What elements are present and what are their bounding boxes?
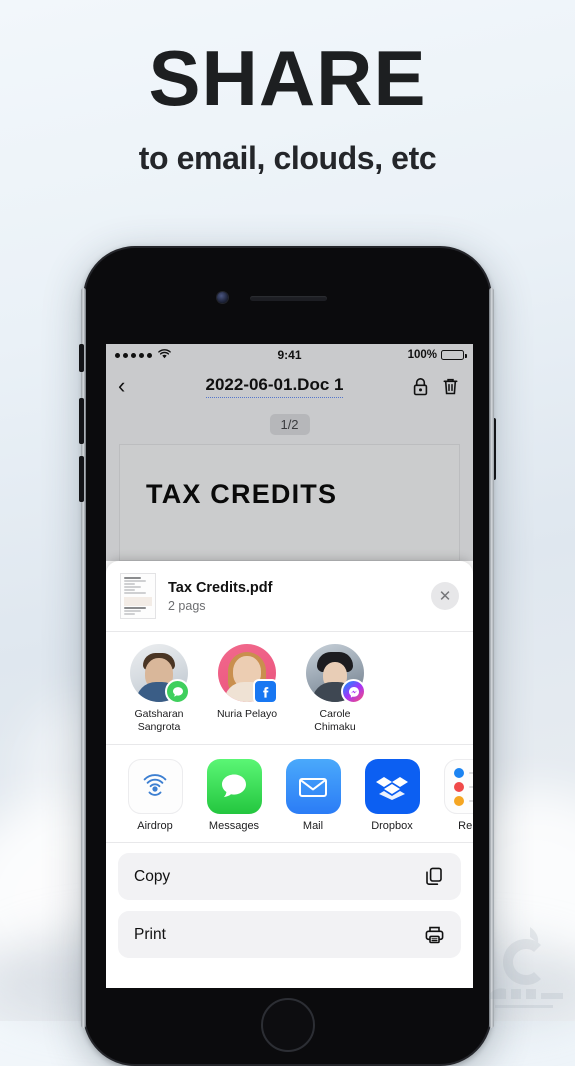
share-app-label: Dropbox — [371, 820, 413, 833]
suggested-contacts-row: Gatsharan Sangrota Nuria Pelayo Carole C… — [106, 632, 473, 746]
dropbox-icon — [364, 759, 420, 815]
share-app-messages[interactable]: Messages — [205, 759, 263, 832]
watermark-logo — [489, 927, 563, 1008]
earpiece-speaker — [250, 296, 327, 301]
page-indicator-badge: 1/2 — [269, 414, 310, 435]
share-action-label: Copy — [134, 867, 171, 885]
chevron-left-icon[interactable]: ‹ — [118, 375, 140, 397]
trash-icon[interactable] — [439, 374, 461, 398]
reminders-icon — [443, 759, 473, 815]
share-app-label: Remi — [458, 820, 473, 833]
contact-name: Gatsharan Sangrota — [134, 708, 184, 734]
document-heading: TAX CREDITS — [146, 479, 338, 509]
contact-name: Nuria Pelayo — [216, 708, 278, 720]
share-action-print[interactable]: Print — [118, 911, 461, 959]
document-navigation-bar: ‹ 2022-06-01.Doc 1 — [106, 366, 473, 406]
status-bar-battery: 100% — [302, 349, 467, 361]
power-button[interactable] — [491, 418, 496, 480]
share-app-mail[interactable]: Mail — [284, 759, 342, 832]
share-app-airdrop[interactable]: Airdrop — [126, 759, 184, 832]
contact-name: Carole Chimaku — [314, 708, 356, 734]
share-actions-list: Copy Print — [106, 843, 473, 959]
contact-suggestion[interactable]: Nuria Pelayo — [214, 644, 280, 734]
signal-dots-icon — [115, 348, 277, 362]
close-icon[interactable]: ✕ — [431, 582, 459, 610]
mail-icon — [285, 759, 341, 815]
document-preview-area: 1/2 TAX CREDITS — [106, 406, 473, 561]
mute-switch-button[interactable] — [79, 344, 84, 372]
share-action-label: Print — [134, 925, 166, 943]
shared-file-name: Tax Credits.pdf — [168, 579, 273, 596]
share-app-label: Mail — [302, 820, 324, 833]
page-subtitle: to email, clouds, etc — [138, 139, 437, 176]
document-title-wrap: 2022-06-01.Doc 1 — [148, 375, 401, 398]
share-app-reminders[interactable]: Remi — [442, 759, 473, 832]
status-bar: 9:41 100% — [106, 344, 473, 366]
avatar — [218, 644, 278, 704]
volume-up-button[interactable] — [79, 398, 84, 444]
battery-full-icon — [441, 350, 467, 360]
shared-file-info: Tax Credits.pdf 2 pags — [168, 579, 419, 614]
share-app-label: Airdrop — [137, 820, 173, 833]
phone-device-frame: 9:41 100% ‹ 2022-06-01.Doc 1 1/2 TAX CRE… — [79, 246, 496, 1066]
wifi-icon — [158, 348, 171, 362]
airdrop-icon — [127, 759, 183, 815]
promo-header: SHARE to email, clouds, etc — [0, 34, 575, 177]
home-button[interactable] — [260, 998, 315, 1052]
shared-file-pages: 2 pags — [168, 599, 206, 614]
print-icon — [423, 924, 445, 946]
page-title: SHARE — [148, 34, 427, 122]
front-camera-icon — [217, 292, 228, 303]
avatar — [130, 644, 190, 704]
contact-suggestion[interactable]: Carole Chimaku — [302, 644, 368, 734]
document-thumbnail-icon — [120, 573, 156, 619]
share-apps-row: Airdrop Messages Mail Dropbox Re — [106, 745, 473, 844]
volume-down-button[interactable] — [79, 456, 84, 502]
share-app-dropbox[interactable]: Dropbox — [363, 759, 421, 832]
messenger-badge-icon — [341, 679, 366, 704]
share-sheet: Tax Credits.pdf 2 pags ✕ Gatsharan Sangr… — [106, 561, 473, 988]
copy-icon — [423, 866, 445, 888]
share-action-copy[interactable]: Copy — [118, 853, 461, 901]
share-sheet-header: Tax Credits.pdf 2 pags ✕ — [106, 561, 473, 632]
lock-icon[interactable] — [409, 374, 431, 398]
share-app-label: Messages — [208, 820, 260, 833]
battery-percent-label: 100% — [407, 349, 437, 361]
messages-icon — [206, 759, 262, 815]
avatar — [306, 644, 366, 704]
status-bar-time: 9:41 — [277, 348, 302, 362]
phone-screen: 9:41 100% ‹ 2022-06-01.Doc 1 1/2 TAX CRE… — [106, 344, 473, 988]
document-page[interactable]: TAX CREDITS — [119, 444, 460, 561]
messages-badge-icon — [165, 679, 190, 704]
facebook-badge-icon — [253, 679, 278, 704]
contact-suggestion[interactable]: Gatsharan Sangrota — [126, 644, 192, 734]
document-title[interactable]: 2022-06-01.Doc 1 — [205, 375, 344, 398]
